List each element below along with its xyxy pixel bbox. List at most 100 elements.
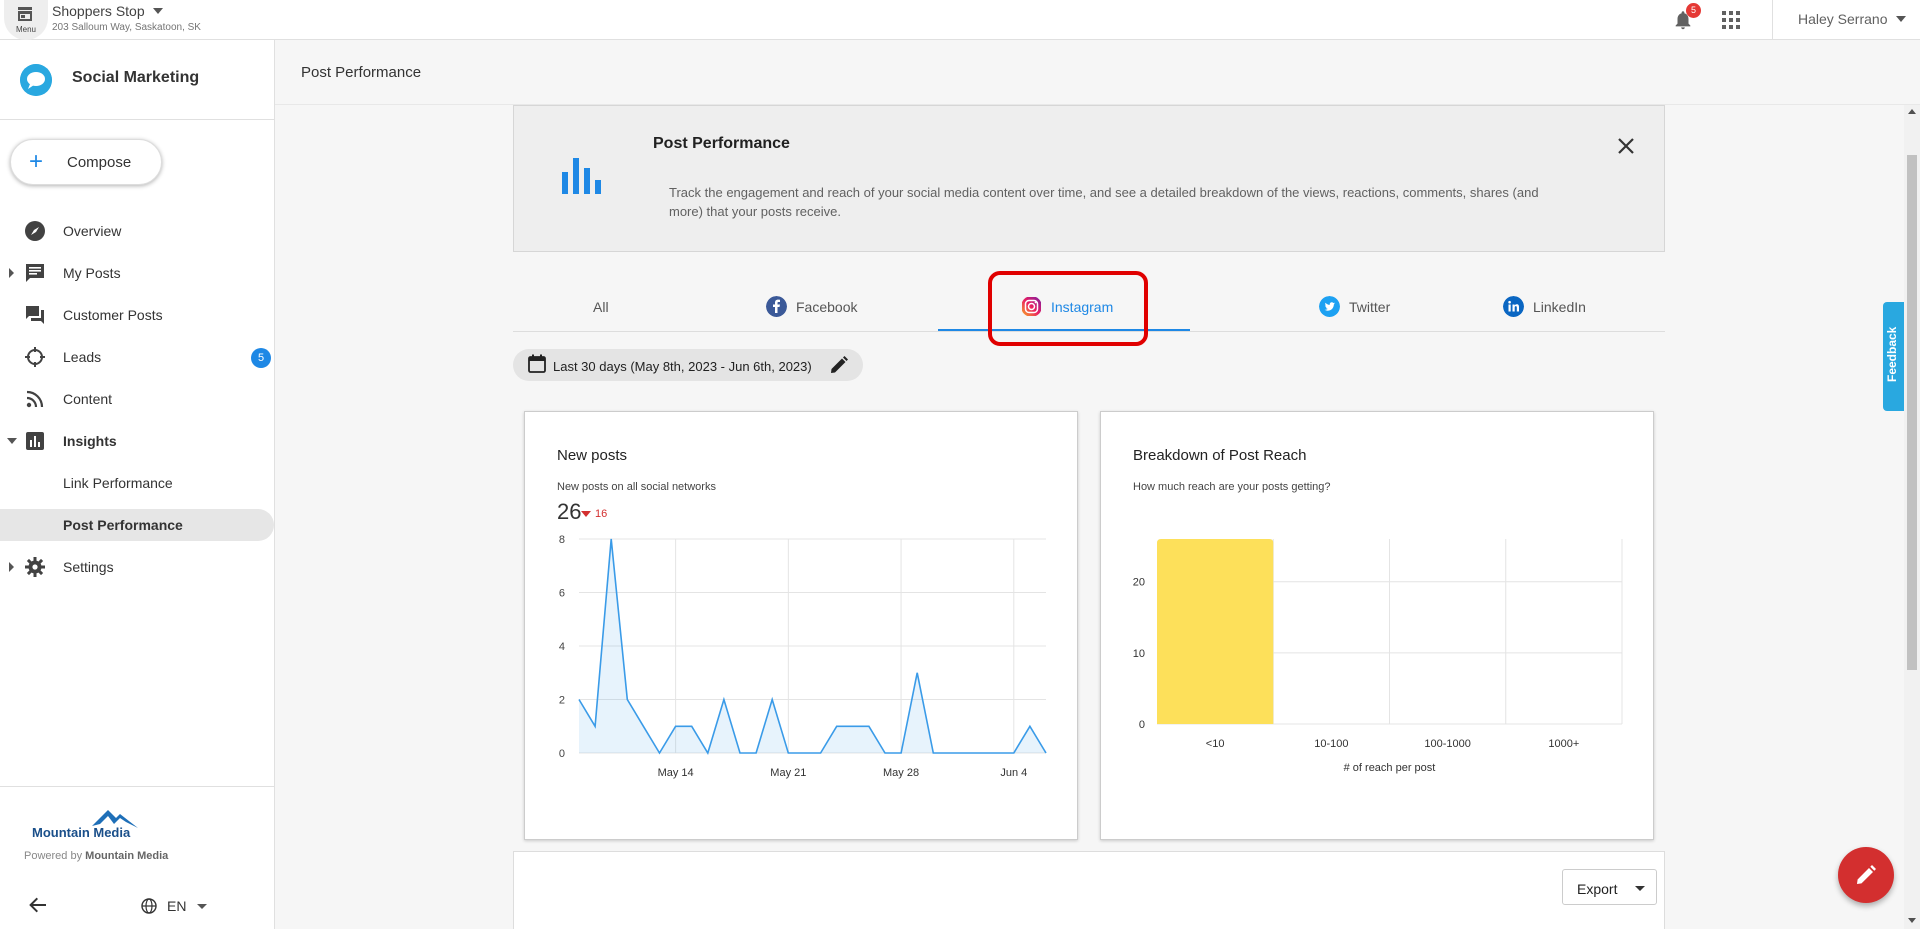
x-tick-label: 10-100	[1314, 738, 1348, 750]
tab-label: Facebook	[796, 299, 858, 315]
sidebar-item-label: Post Performance	[63, 517, 183, 533]
language-selector[interactable]: EN	[141, 896, 211, 916]
tab-facebook[interactable]: Facebook	[710, 287, 870, 332]
expand-arrow-icon	[9, 268, 14, 278]
compose-button[interactable]: + Compose	[10, 139, 162, 185]
crosshair-icon	[25, 347, 45, 367]
scroll-down-arrow-icon[interactable]	[1908, 918, 1916, 923]
banner-description: Track the engagement and reach of your s…	[669, 185, 1539, 219]
sidebar-item-label: My Posts	[63, 265, 121, 281]
sidebar-item-overview[interactable]: Overview	[0, 215, 274, 247]
sidebar-item-customer-posts[interactable]: Customer Posts	[0, 299, 274, 331]
page-scrollbar[interactable]	[1904, 105, 1920, 929]
sidebar-item-my-posts[interactable]: My Posts	[0, 257, 274, 289]
post-reach-chart: 0 10 20 <10 10-100 100-1000 1000+ # of reach pe…	[1133, 539, 1623, 774]
caret-down-icon	[1635, 886, 1645, 891]
forum-icon	[26, 306, 44, 324]
business-name: Shoppers Stop	[52, 3, 145, 19]
divider	[1772, 0, 1773, 40]
sidebar-item-leads[interactable]: Leads 5	[0, 341, 274, 373]
plus-icon: +	[29, 148, 44, 175]
sidebar-item-label: Content	[63, 391, 113, 407]
compose-label: Compose	[67, 154, 132, 171]
post-reach-card: Breakdown of Post Reach How much reach a…	[1100, 411, 1654, 840]
notification-badge: 5	[1686, 3, 1701, 18]
info-banner: Post Performance Track the engagement an…	[513, 105, 1665, 252]
caret-down-icon	[152, 8, 163, 14]
message-icon	[26, 264, 44, 282]
x-tick-label: 1000+	[1548, 738, 1579, 750]
new-posts-chart: 0 2 4 6 8 May 14 May 21 May 28 Jun 4	[559, 534, 1047, 779]
x-tick-label: May 21	[770, 767, 806, 779]
banner-title: Post Performance	[653, 135, 790, 152]
caret-down-icon	[197, 904, 207, 909]
y-tick-label: 8	[559, 534, 565, 546]
x-tick-label: May 14	[658, 767, 694, 779]
pencil-icon	[1857, 865, 1876, 884]
date-range-chip[interactable]: Last 30 days (May 8th, 2023 - Jun 6th, 2…	[513, 349, 863, 381]
content-header: Post Performance	[275, 40, 1920, 105]
x-axis-label: # of reach per post	[1344, 762, 1436, 774]
new-posts-card: New posts New posts on all social networ…	[524, 411, 1078, 840]
tab-label: Twitter	[1349, 299, 1391, 315]
y-tick-label: 10	[1133, 648, 1145, 660]
bar	[1157, 539, 1274, 724]
twitter-icon	[1319, 296, 1340, 317]
sidebar-item-label: Customer Posts	[63, 307, 163, 323]
top-bar: Menu Shoppers Stop 203 Salloum Way, Sask…	[0, 0, 1920, 40]
tab-linkedin[interactable]: LinkedIn	[1488, 287, 1648, 332]
tab-label: All	[593, 299, 609, 315]
sidebar-item-settings[interactable]: Settings	[0, 551, 274, 583]
sidebar-item-insights[interactable]: Insights	[0, 425, 274, 457]
collapse-arrow-icon	[7, 438, 17, 444]
export-label: Export	[1577, 881, 1618, 897]
calendar-icon	[528, 354, 546, 373]
y-tick-label: 0	[559, 748, 565, 760]
y-tick-label: 0	[1139, 719, 1145, 731]
business-switcher[interactable]: Shoppers Stop	[52, 3, 163, 19]
mountain-media-logo-text: Mountain Media	[32, 825, 131, 840]
sidebar-item-content[interactable]: Content	[0, 383, 274, 415]
page-title: Post Performance	[301, 64, 422, 81]
powered-prefix: Powered by	[24, 850, 83, 862]
date-range-label: Last 30 days (May 8th, 2023 - Jun 6th, 2…	[553, 359, 812, 374]
tab-twitter[interactable]: Twitter	[1263, 287, 1423, 332]
sidebar-item-label: Settings	[63, 559, 114, 575]
sidebar: Social Marketing + Compose Overview My P…	[0, 40, 275, 929]
y-tick-label: 20	[1133, 577, 1145, 589]
apps-grid-icon[interactable]	[1722, 11, 1740, 29]
x-tick-label: <10	[1206, 738, 1225, 750]
facebook-icon	[766, 296, 787, 317]
close-icon[interactable]	[1617, 137, 1635, 155]
sidebar-item-label: Insights	[63, 433, 117, 449]
caret-down-icon	[1895, 16, 1906, 22]
insights-icon	[26, 432, 44, 450]
sidebar-brand: Social Marketing	[0, 40, 274, 120]
rss-icon	[26, 390, 44, 408]
scroll-thumb[interactable]	[1907, 155, 1917, 670]
export-button[interactable]: Export	[1562, 869, 1657, 905]
compose-fab[interactable]	[1838, 847, 1894, 903]
globe-icon	[141, 898, 157, 914]
leads-count-badge: 5	[251, 348, 271, 368]
user-name: Haley Serrano	[1798, 11, 1888, 27]
menu-button[interactable]: Menu	[4, 0, 48, 40]
user-menu[interactable]: Haley Serrano	[1798, 11, 1906, 27]
sidebar-item-label: Leads	[63, 349, 102, 365]
sidebar-item-post-performance[interactable]: Post Performance	[0, 509, 274, 541]
powered-by: Powered by Mountain Media	[24, 850, 168, 862]
scroll-up-arrow-icon[interactable]	[1908, 109, 1916, 114]
pencil-icon[interactable]	[829, 355, 849, 375]
store-icon	[18, 7, 32, 21]
compass-icon	[25, 221, 45, 241]
tab-label: LinkedIn	[1533, 299, 1586, 315]
sidebar-item-link-performance[interactable]: Link Performance	[0, 467, 274, 499]
x-tick-label: Jun 4	[1000, 767, 1027, 779]
tab-all[interactable]: All	[513, 287, 688, 332]
menu-label: Menu	[15, 25, 36, 34]
back-arrow-icon[interactable]	[28, 895, 48, 915]
x-tick-label: May 28	[883, 767, 919, 779]
linkedin-icon	[1503, 296, 1524, 317]
language-label: EN	[167, 898, 187, 914]
sidebar-divider	[0, 786, 274, 787]
